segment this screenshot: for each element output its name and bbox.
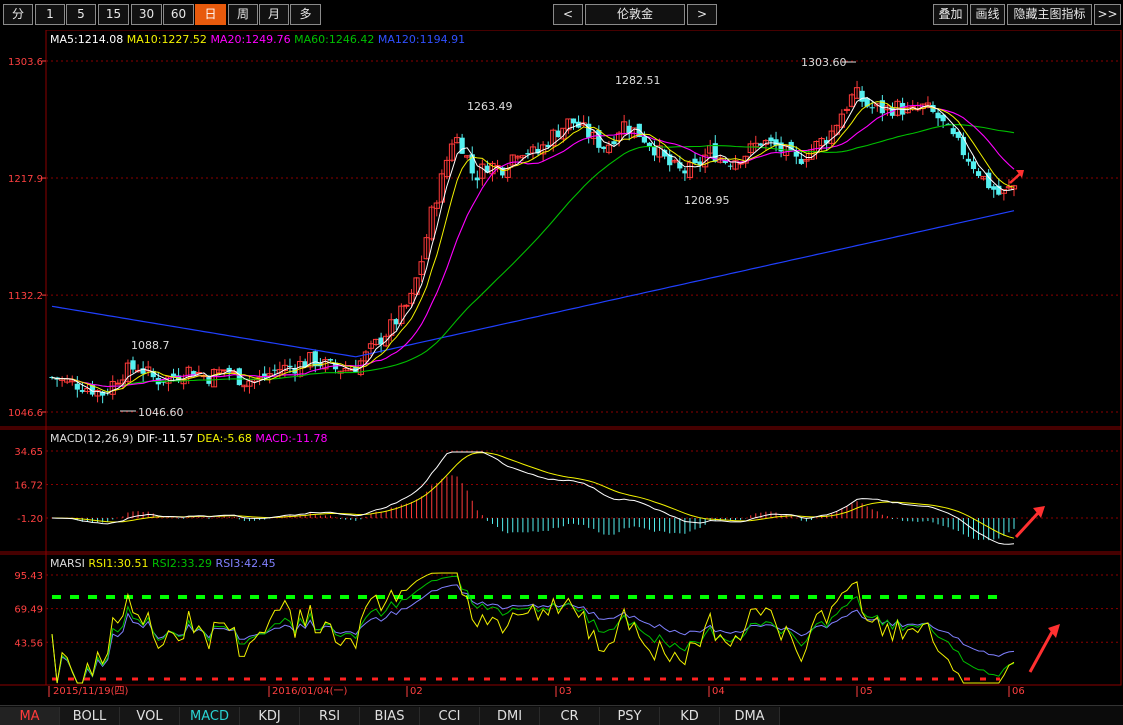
ma5-line bbox=[51, 97, 1015, 395]
candle-down bbox=[79, 390, 85, 392]
tab-kd[interactable]: KD bbox=[660, 707, 720, 725]
period-button-5[interactable]: 60 bbox=[163, 4, 194, 25]
prev-symbol-button[interactable]: < bbox=[553, 4, 583, 25]
period-button-7[interactable]: 周 bbox=[228, 4, 258, 25]
period-button-1[interactable]: 1 bbox=[35, 4, 65, 25]
candle-down bbox=[798, 158, 804, 164]
tab-cr[interactable]: CR bbox=[540, 707, 600, 725]
candle-down bbox=[727, 165, 734, 167]
y-tick-label: 95.43 bbox=[14, 571, 43, 582]
tab-psy[interactable]: PSY bbox=[600, 707, 660, 725]
candle-down bbox=[287, 365, 293, 368]
x-axis-label: 05 bbox=[860, 686, 873, 697]
tab-dmi[interactable]: DMI bbox=[480, 707, 540, 725]
y-tick-label: 1303.6 bbox=[8, 57, 43, 68]
x-axis-label: 06 bbox=[1012, 686, 1025, 697]
rsi3-line bbox=[51, 584, 1015, 684]
annotation-low: 1046.60 bbox=[138, 406, 184, 419]
candle-down bbox=[935, 112, 941, 119]
y-tick-label: 1217.9 bbox=[8, 174, 43, 185]
tab-vol[interactable]: VOL bbox=[120, 707, 180, 725]
candle-down bbox=[970, 161, 977, 170]
period-button-8[interactable]: 月 bbox=[259, 4, 289, 25]
period-button-4[interactable]: 30 bbox=[131, 4, 162, 25]
candle-down bbox=[975, 171, 982, 176]
candle-down bbox=[960, 136, 966, 156]
draw-line-button[interactable]: 画线 bbox=[970, 4, 1005, 25]
more-button[interactable]: >> bbox=[1094, 4, 1121, 25]
candle-down bbox=[682, 170, 688, 174]
candle-down bbox=[950, 128, 956, 135]
y-tick-label: 43.56 bbox=[14, 638, 43, 649]
candle-down bbox=[611, 141, 617, 145]
y-tick-label: 34.65 bbox=[14, 447, 43, 458]
candle-down bbox=[393, 319, 399, 325]
candle-down bbox=[130, 360, 136, 370]
chart-frame bbox=[45, 30, 1122, 686]
hide-main-indicator-button[interactable]: 隐藏主图指标 bbox=[1007, 4, 1092, 25]
annotation-label: 1263.49 bbox=[467, 100, 513, 113]
period-button-9[interactable]: 多 bbox=[290, 4, 321, 25]
candle-down bbox=[327, 359, 334, 361]
tab-dma[interactable]: DMA bbox=[720, 707, 780, 725]
period-button-3[interactable]: 15 bbox=[98, 4, 129, 25]
tab-macd[interactable]: MACD bbox=[180, 707, 240, 725]
x-axis-label: 2015/11/19(四) bbox=[53, 686, 129, 697]
tab-kdj[interactable]: KDJ bbox=[240, 707, 300, 725]
x-axis-label: 02 bbox=[410, 686, 423, 697]
annotation-label: 1282.51 bbox=[615, 74, 661, 87]
rsi-trend-arrow bbox=[1028, 631, 1054, 673]
y-tick-label: 1132.2 bbox=[8, 291, 43, 302]
period-button-2[interactable]: 5 bbox=[66, 4, 96, 25]
candle-down bbox=[555, 130, 561, 138]
next-symbol-button[interactable]: > bbox=[687, 4, 717, 25]
annotation-label: 1208.95 bbox=[684, 194, 730, 207]
macd-trend-arrow bbox=[1014, 511, 1040, 539]
candle-down bbox=[768, 137, 774, 142]
candle-up bbox=[403, 304, 410, 307]
candle-down bbox=[692, 158, 698, 164]
tab-ma[interactable]: MA bbox=[0, 707, 60, 725]
x-axis-label: 04 bbox=[712, 686, 725, 697]
annotation-high: 1303.60 bbox=[801, 56, 847, 69]
tab-bias[interactable]: BIAS bbox=[360, 707, 420, 725]
y-tick-label: 69.49 bbox=[14, 605, 43, 616]
x-axis-label: 03 bbox=[559, 686, 572, 697]
tab-cci[interactable]: CCI bbox=[420, 707, 480, 725]
annotation-label: 1088.7 bbox=[131, 339, 170, 352]
tab-boll[interactable]: BOLL bbox=[60, 707, 120, 725]
y-tick-label: 16.72 bbox=[14, 481, 43, 492]
candle-down bbox=[596, 130, 602, 148]
indicator-tab-bar: MA BOLL VOL MACD KDJ RSI BIAS CCI DMI CR PSY KD DMA bbox=[0, 705, 1123, 725]
candle-down bbox=[859, 90, 865, 102]
candle-down bbox=[991, 186, 997, 190]
candle-up bbox=[114, 382, 121, 385]
rsi1-line bbox=[51, 572, 1015, 684]
y-tick-label: -1.20 bbox=[17, 514, 43, 525]
overlay-button[interactable]: 叠加 bbox=[933, 4, 968, 25]
candle-down bbox=[651, 146, 658, 156]
candle-down bbox=[570, 118, 577, 124]
candle-down bbox=[601, 146, 607, 149]
candle-down bbox=[869, 107, 875, 109]
symbol-selector[interactable]: 伦敦金 bbox=[585, 4, 685, 25]
period-button-0[interactable]: 分 bbox=[3, 4, 33, 25]
candle-up bbox=[221, 369, 228, 372]
chart-canvas[interactable]: 1303.6 1217.9 1132.2 1046.6 1303.60 1282.51 12… bbox=[0, 30, 1123, 705]
candle-down bbox=[74, 383, 80, 390]
y-tick-label: 1046.6 bbox=[8, 408, 43, 419]
x-axis-label: 2016/01/04(一) bbox=[272, 686, 348, 697]
candle-down bbox=[312, 351, 318, 367]
candle-down bbox=[474, 177, 480, 181]
candle-down bbox=[272, 369, 278, 371]
top-toolbar: 分 1 5 15 30 60 日周月多 < 伦敦金 > 叠加 画线 隐藏主图指标 >> bbox=[0, 0, 1123, 29]
tab-rsi[interactable]: RSI bbox=[300, 707, 360, 725]
candle-down bbox=[641, 136, 647, 143]
period-button-6[interactable]: 日 bbox=[195, 4, 226, 25]
candle-down bbox=[965, 158, 972, 162]
ma120-line bbox=[51, 210, 1015, 358]
